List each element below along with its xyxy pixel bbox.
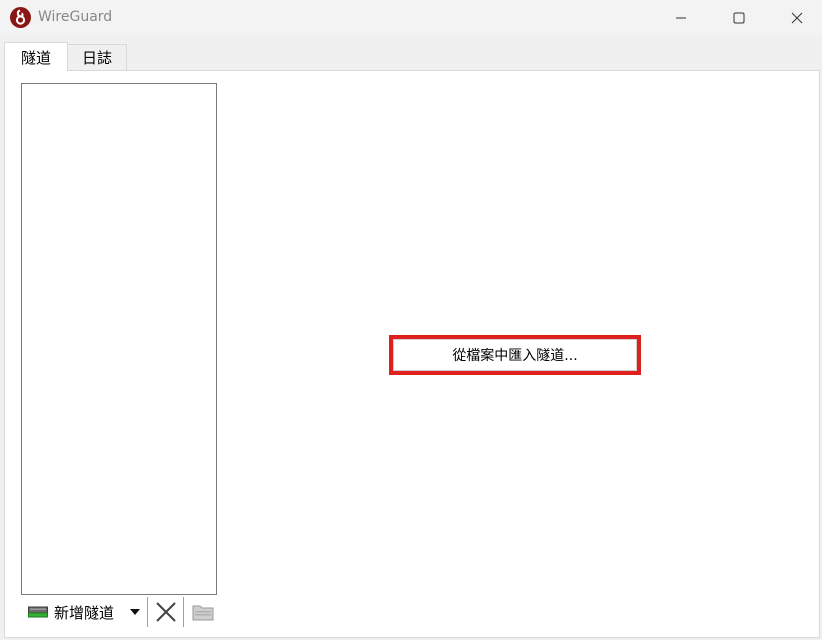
- minimize-icon: [676, 17, 686, 19]
- wireguard-logo-icon: [10, 7, 31, 28]
- import-tunnel-button[interactable]: 從檔案中匯入隧道...: [393, 339, 637, 371]
- tunnels-pane: 新增隧道 從檔案中匯入隧道...: [4, 70, 820, 638]
- title-bar[interactable]: WireGuard: [0, 0, 822, 36]
- toolbar-separator: [183, 597, 184, 627]
- wireguard-window: WireGuard 隧道 日誌 新增隧道 從檔案中匯入隧道...: [0, 0, 822, 640]
- add-tunnel-icon: [28, 606, 48, 618]
- tab-bar: 隧道 日誌: [0, 42, 822, 71]
- add-tunnel-label: 新增隧道: [54, 603, 115, 622]
- minimize-button[interactable]: [652, 0, 710, 36]
- maximize-button[interactable]: [710, 0, 768, 36]
- export-tunnels-button[interactable]: [192, 603, 214, 621]
- maximize-icon: [733, 12, 745, 24]
- delete-tunnel-button[interactable]: [155, 601, 177, 623]
- close-icon: [791, 12, 803, 24]
- window-title: WireGuard: [38, 9, 113, 25]
- toolbar-separator: [147, 597, 148, 627]
- chevron-down-icon[interactable]: [129, 607, 141, 617]
- tab-log[interactable]: 日誌: [68, 44, 127, 70]
- export-icon: [192, 605, 214, 621]
- tunnel-list[interactable]: [21, 83, 217, 595]
- close-button[interactable]: [768, 0, 822, 36]
- delete-icon: [156, 602, 176, 622]
- tab-tunnels[interactable]: 隧道: [4, 42, 68, 71]
